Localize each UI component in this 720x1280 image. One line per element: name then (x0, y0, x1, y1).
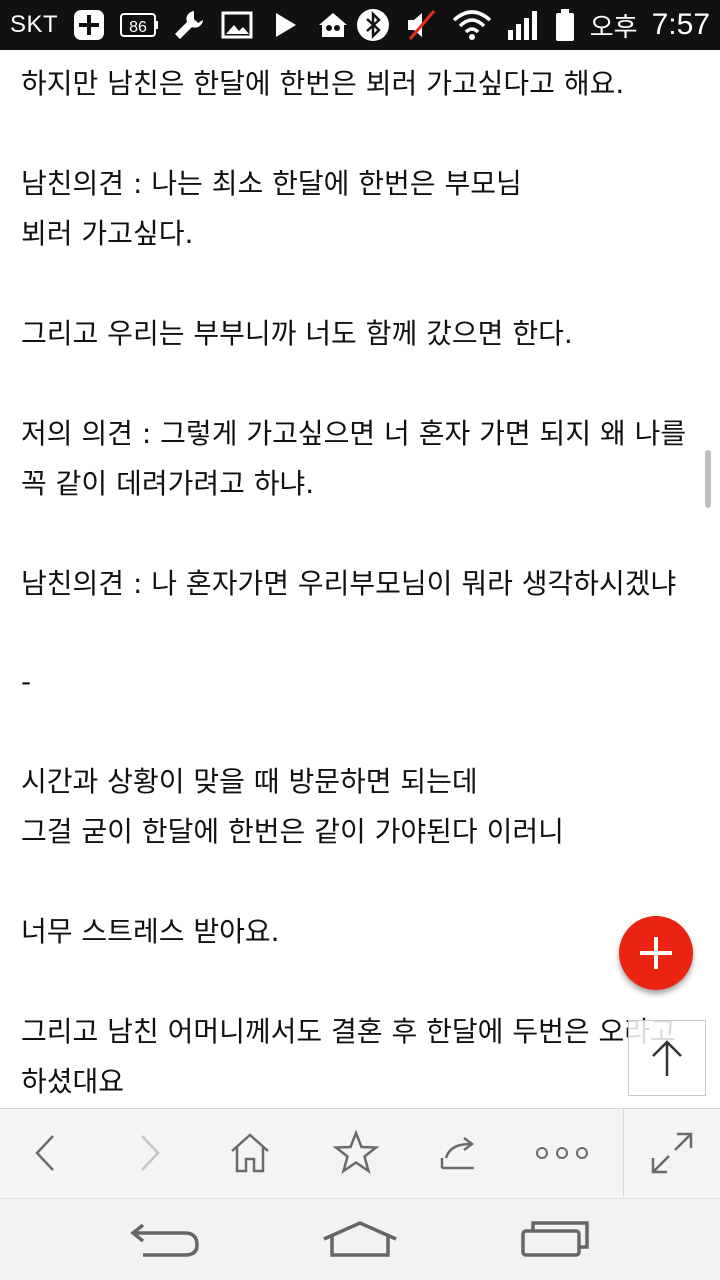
wrench-icon (172, 8, 206, 42)
more-button[interactable] (517, 1109, 607, 1197)
home-icon (323, 1221, 397, 1257)
scroll-to-top-button[interactable] (628, 1020, 706, 1096)
article-line: 시간과 상황이 맞을 때 방문하면 되는데 (21, 765, 478, 798)
signal-icon (506, 8, 540, 42)
article-line: 그리고 남친 어머니께서도 결혼 후 한달에 두번은 오라고 (21, 1015, 676, 1048)
article-content[interactable]: 하지만 남친은 한달에 한번은 뵈러 가고싶다고 해요. 남친의견 : 나는 최… (0, 50, 720, 1108)
article-line: 하셨대요 (21, 1065, 125, 1098)
back-button[interactable] (0, 1109, 90, 1197)
play-icon (268, 8, 302, 42)
article-line: 하지만 남친은 한달에 한번은 뵈러 가고싶다고 해요. (21, 67, 625, 100)
scrollbar-thumb[interactable] (705, 450, 711, 508)
nav-recent-button[interactable] (485, 1199, 625, 1279)
battery-icon (554, 8, 576, 42)
toolbar-divider (623, 1109, 624, 1197)
ampm-label: 오후 (589, 12, 638, 43)
mute-icon (404, 8, 438, 42)
forward-button[interactable] (105, 1109, 195, 1197)
browser-toolbar (0, 1108, 720, 1198)
fullscreen-icon (651, 1132, 693, 1174)
bluetooth-icon (356, 8, 390, 42)
bookmark-button[interactable] (311, 1109, 401, 1197)
wifi-icon (452, 8, 492, 42)
plus-box-icon (72, 8, 106, 42)
battery-86-icon: 86 (120, 8, 159, 42)
share-icon (440, 1137, 475, 1170)
article-line: 뵈러 가고싶다. (21, 217, 194, 250)
article-line: 그리고 우리는 부부니까 너도 함께 갔으면 한다. (21, 317, 573, 350)
home-cam-icon (316, 8, 350, 42)
clock: 7:57 (651, 8, 710, 41)
add-button[interactable] (619, 916, 693, 990)
svg-text:86: 86 (129, 19, 147, 36)
forward-icon (141, 1135, 160, 1171)
nav-back-button[interactable] (95, 1199, 235, 1279)
home-button[interactable] (205, 1109, 295, 1197)
article-line: 남친의견 : 나는 최소 한달에 한번은 부모님 (21, 167, 522, 200)
navigation-bar (0, 1198, 720, 1280)
share-button[interactable] (414, 1109, 504, 1197)
article-line: - (21, 665, 32, 698)
nav-home-button[interactable] (290, 1199, 430, 1279)
article-line: 저의 의견 : 그렇게 가고싶으면 너 혼자 가면 되지 왜 나를 (21, 417, 687, 450)
status-bar: SKT 86 오후 7:57 (0, 0, 720, 50)
article-line: 그걸 굳이 한달에 한번은 같이 가야된다 이러니 (21, 815, 564, 848)
star-icon (333, 1130, 379, 1174)
back-icon (35, 1135, 54, 1171)
home-icon (231, 1133, 269, 1173)
article-line: 꼭 같이 데려가려고 하냐. (21, 467, 315, 500)
article-line: 너무 스트레스 받아요. (21, 915, 280, 948)
arrow-up-icon (652, 1040, 682, 1076)
image-icon (220, 8, 254, 42)
recent-apps-icon (521, 1221, 589, 1257)
plus-icon (640, 937, 672, 969)
back-arrow-icon (130, 1223, 199, 1257)
article-line: 남친의견 : 나 혼자가면 우리부모님이 뭐라 생각하시겠냐 (21, 567, 677, 600)
fullscreen-button[interactable] (627, 1109, 717, 1197)
more-icon (536, 1147, 588, 1159)
carrier-label: SKT (10, 11, 59, 38)
